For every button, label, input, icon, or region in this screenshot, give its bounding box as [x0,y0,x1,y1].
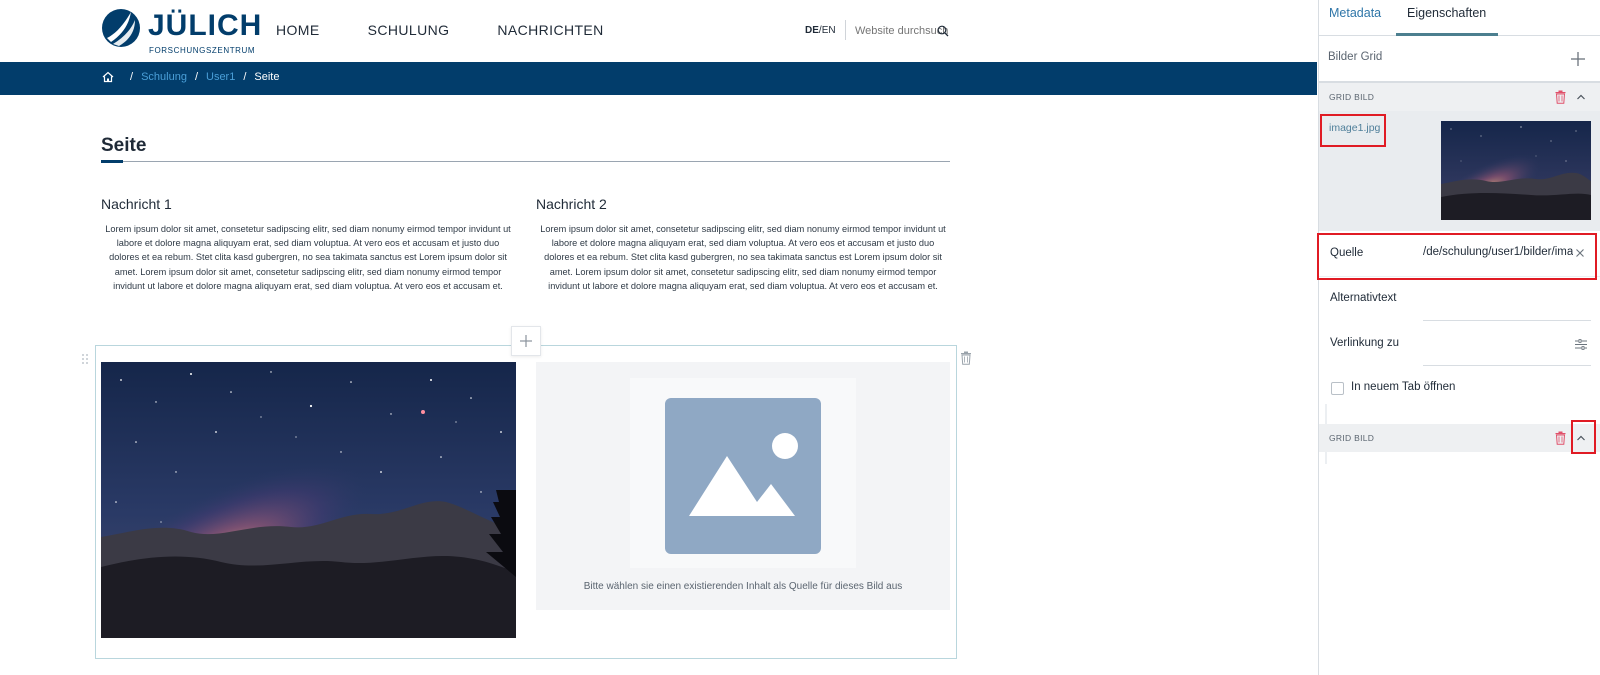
section-title: Bilder Grid [1328,51,1383,63]
news-body: Lorem ipsum dolor sit amet, consetetur s… [540,224,946,291]
plus-icon [520,335,532,347]
drag-handle-icon[interactable] [81,353,89,365]
chevron-up-icon[interactable] [1576,92,1586,102]
breadcrumb-separator: / [243,71,247,83]
site-header: JÜLICH FORSCHUNGSZENTRUM HOME SCHULUNG N… [0,0,1317,62]
breadcrumb: / Schulung / User1 / Seite [102,71,279,83]
language-switcher: DE/EN [805,25,836,36]
thumbnail-photo [1441,121,1591,220]
nav-item-home[interactable]: HOME [276,22,320,38]
new-tab-checkbox[interactable] [1331,382,1344,395]
news-title: Nachricht 2 [536,196,607,212]
breadcrumb-bar: / Schulung / User1 / Seite [0,62,1317,95]
title-divider [101,161,950,162]
trash-icon[interactable] [960,351,972,365]
highlight-file-name [1320,114,1386,147]
new-tab-label[interactable]: In neuem Tab öffnen [1351,381,1455,393]
search-icon[interactable] [937,25,949,37]
juelich-logo[interactable]: JÜLICH FORSCHUNGSZENTRUM [101,8,261,56]
site-search-input[interactable] [855,23,948,39]
highlight-quelle-field [1317,233,1597,280]
lang-en[interactable]: EN [822,25,836,36]
panel-tabs: Metadata Eigenschaften [1319,0,1600,36]
link-label: Verlinkung zu [1330,337,1400,349]
link-input[interactable] [1423,365,1591,366]
nav-item-nachrichten[interactable]: NACHRICHTEN [497,22,603,38]
breadcrumb-link-user1[interactable]: User1 [206,71,235,83]
main-navigation: HOME SCHULUNG NACHRICHTEN [276,22,652,38]
add-component-button[interactable] [511,326,541,356]
tab-metadata[interactable]: Metadata [1329,6,1381,20]
nav-item-schulung[interactable]: SCHULUNG [368,22,450,38]
image-thumbnail[interactable] [1441,121,1591,220]
link-picker-icon[interactable] [1575,339,1587,350]
breadcrumb-separator: / [194,71,198,83]
news-body: Lorem ipsum dolor sit amet, consetetur s… [105,224,511,291]
title-divider-accent [101,160,123,163]
placeholder-hint: Bitte wählen sie einen existierenden Inh… [583,581,903,592]
grid-bild-header-1[interactable]: GRID BILD [1319,83,1600,111]
placeholder-frame [630,378,856,568]
grid-bild-label: GRID BILD [1329,92,1375,102]
breadcrumb-link-schulung[interactable]: Schulung [141,71,187,83]
night-sky-photo [101,362,516,638]
breadcrumb-current: Seite [254,71,280,83]
highlight-expand-chevron [1571,420,1596,454]
page-title: Seite [101,135,147,156]
header-divider [845,20,846,40]
logo-mark-icon [102,9,140,47]
active-tab-indicator [1396,33,1498,36]
grid-image-night-sky[interactable] [101,362,516,638]
logo-wordmark: JÜLICH [148,9,263,42]
alt-text-label: Alternativtext [1330,292,1397,304]
news-article-2[interactable]: Nachricht 2 Lorem ipsum dolor sit amet, … [536,196,950,293]
image-placeholder-icon [665,398,821,554]
grid-bild-label: GRID BILD [1329,433,1375,443]
news-title: Nachricht 1 [101,196,172,212]
news-article-1[interactable]: Nachricht 1 Lorem ipsum dolor sit amet, … [101,196,515,293]
lang-de[interactable]: DE [805,25,819,36]
breadcrumb-separator: / [130,71,134,83]
plus-icon[interactable] [1571,52,1585,66]
trash-icon[interactable] [1555,431,1566,445]
logo-subtitle: FORSCHUNGSZENTRUM [149,46,256,55]
grid-image-placeholder[interactable]: Bitte wählen sie einen existierenden Inh… [536,362,950,610]
tab-eigenschaften[interactable]: Eigenschaften [1407,6,1486,20]
alt-text-input[interactable] [1423,320,1591,321]
properties-panel: Metadata Eigenschaften Bilder Grid GRID … [1317,0,1600,675]
grid-bild-header-2[interactable]: GRID BILD [1319,424,1600,452]
trash-icon[interactable] [1555,90,1566,104]
home-icon[interactable] [102,71,114,83]
